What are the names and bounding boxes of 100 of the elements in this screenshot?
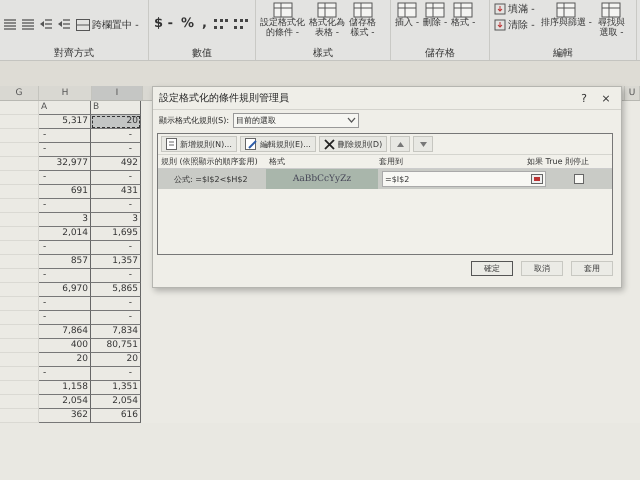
table-cell: 3 — [91, 213, 141, 227]
small-command-icon — [494, 3, 506, 15]
table-cell: 362 — [39, 409, 91, 423]
table-cell: 1,357 — [91, 255, 141, 269]
group-label: 對齊方式 — [53, 46, 95, 60]
table-cell: - — [91, 311, 141, 325]
edit-rule-button[interactable]: 編輯規則(E)... — [240, 136, 316, 152]
table-cell: A — [39, 101, 91, 115]
table-cell: - — [91, 129, 141, 143]
help-button[interactable]: ? — [573, 92, 595, 104]
column-header[interactable]: G — [0, 86, 39, 100]
column-header: 如果 True 則停止 — [527, 156, 590, 167]
table-cell: 3 — [39, 213, 91, 227]
ribbon-button[interactable]: 儲存格 樣式 - — [348, 2, 377, 39]
ribbon-button[interactable]: 填滿 - — [493, 2, 536, 16]
command-icon — [272, 2, 292, 18]
number-format-button[interactable]: % — [178, 16, 196, 31]
decimal-places-icon — [232, 16, 249, 30]
command-icon — [397, 2, 418, 18]
table-cell: 1,695 — [91, 227, 141, 241]
column-header: 格式 — [269, 156, 286, 167]
range-select-icon — [531, 174, 543, 184]
table-cell: 5,865 — [91, 283, 141, 297]
table-cell: - — [91, 367, 141, 381]
number-format-button[interactable]: $ - — [152, 16, 175, 31]
move-up-button[interactable] — [390, 136, 410, 152]
table-cell: 20 — [91, 353, 141, 367]
table-cell: - — [91, 143, 141, 157]
ribbon-button[interactable]: 格式 - — [450, 2, 476, 28]
table-cell: 1,351 — [91, 381, 141, 395]
table-cell: 80,751 — [91, 339, 141, 353]
applies-to-field[interactable]: =$I$2 — [382, 171, 546, 187]
column-header: 規則 (依照顯示的順序套用) — [161, 156, 259, 167]
field-label: 顯示格式化規則(S): — [159, 114, 230, 126]
table-cell: - — [39, 311, 91, 325]
dialog-title: 設定格式化的條件規則管理員 — [159, 92, 290, 105]
table-cell: - — [91, 199, 141, 213]
dialog-button[interactable]: 取消 — [521, 261, 563, 276]
ribbon-button[interactable]: 刪除 - — [422, 2, 448, 28]
table-cell: - — [39, 199, 91, 213]
new-rule-button[interactable]: 新增規則(N)... — [161, 136, 237, 152]
column-header[interactable]: U — [624, 86, 640, 100]
table-cell: B — [91, 101, 141, 115]
command-icon — [601, 2, 622, 18]
table-cell: - — [39, 143, 91, 157]
format-preview: AaBbCcYyZz — [266, 169, 378, 189]
ribbon-button[interactable]: 清除 - — [493, 18, 536, 32]
close-button[interactable]: × — [595, 92, 617, 104]
move-down-button[interactable] — [413, 136, 434, 152]
group-label: 編輯 — [552, 47, 574, 60]
indent-icon — [57, 18, 71, 30]
dialog-button[interactable]: 套用 — [571, 261, 613, 276]
rule-row[interactable]: 公式: =$I$2<$H$2 AaBbCcYyZz =$I$2 — [158, 169, 612, 189]
column-header[interactable]: I — [92, 86, 143, 100]
show-rules-dropdown[interactable]: 目前的選取 — [233, 112, 360, 128]
table-cell: 400 — [39, 339, 91, 353]
table-cell: - — [91, 297, 141, 311]
ribbon-button[interactable]: 排序與篩選 - — [540, 2, 593, 28]
merge-center-button[interactable]: 跨欄置中 - — [75, 18, 140, 32]
table-cell: 1,158 — [39, 381, 91, 395]
ribbon-button[interactable]: 設定格式化 的條件 - — [259, 2, 306, 39]
table-cell: 2,054 — [91, 395, 141, 409]
number-format-button[interactable]: , — [200, 16, 209, 31]
table-cell: - — [91, 171, 141, 185]
edit-document-icon — [244, 138, 257, 150]
align-icon — [21, 18, 35, 30]
ribbon-button[interactable]: 格式化為 表格 - — [308, 2, 346, 39]
ribbon-button[interactable]: 尋找與 選取 - — [596, 2, 626, 39]
down-arrow-icon — [420, 142, 427, 146]
table-cell: 857 — [39, 255, 91, 269]
delete-x-icon — [324, 138, 335, 150]
align-icon — [3, 18, 17, 30]
command-icon — [425, 2, 446, 18]
table-cell: 6,970 — [39, 283, 91, 297]
stop-if-true-checkbox[interactable] — [574, 174, 584, 184]
ribbon-button[interactable]: 插入 - — [394, 2, 420, 28]
table-cell: - — [39, 367, 91, 381]
table-cell: - — [91, 241, 141, 255]
dialog-button[interactable]: 確定 — [471, 261, 513, 276]
table-cell: - — [39, 171, 91, 185]
table-cell: 7,834 — [91, 325, 141, 339]
table-cell: 5,317 — [39, 115, 91, 129]
document-icon — [166, 138, 177, 150]
table-cell: - — [39, 297, 91, 311]
table-cell: 431 — [91, 185, 141, 199]
indent-icon — [39, 18, 53, 30]
table-cell: 2,054 — [39, 395, 91, 409]
group-label: 樣式 — [312, 46, 334, 60]
rule-text: 公式: =$I$2<$H$2 — [173, 174, 249, 184]
column-header: 套用到 — [379, 156, 404, 167]
up-arrow-icon — [396, 142, 404, 146]
table-cell: - — [39, 269, 91, 283]
small-command-icon — [494, 19, 506, 31]
table-cell: 2,014 — [39, 227, 91, 241]
command-icon — [352, 2, 372, 18]
group-label: 儲存格 — [424, 46, 456, 60]
table-cell: 616 — [91, 409, 141, 423]
table-cell: - — [39, 241, 91, 255]
table-cell: 492 — [91, 157, 141, 171]
delete-rule-button[interactable]: 刪除規則(D) — [318, 136, 388, 152]
